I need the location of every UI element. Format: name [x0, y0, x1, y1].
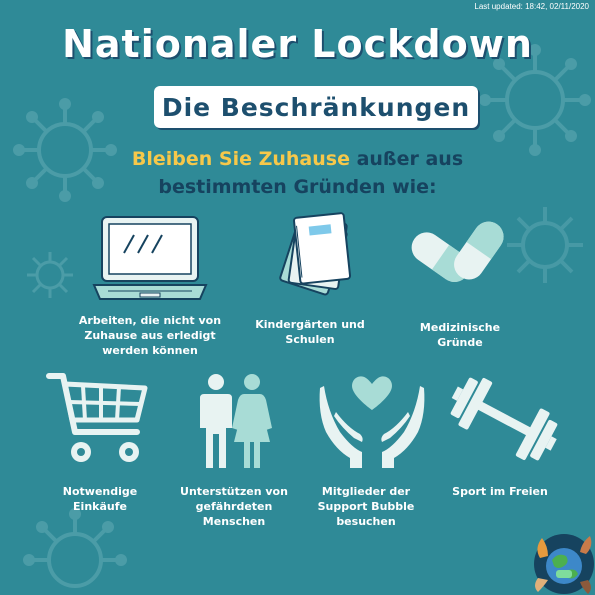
item-label-medical: Medizinische Gründe	[390, 320, 530, 350]
dumbbell-icon	[450, 377, 558, 461]
laptop-icon	[92, 216, 208, 300]
intro-highlight: Bleiben Sie Zuhause	[131, 148, 350, 170]
item-label-bubble: Mitglieder der Support Bubble besuchen	[296, 484, 436, 529]
label-line: Schulen	[285, 333, 335, 346]
item-label-support: Unterstützen von gefährdeten Menschen	[164, 484, 304, 529]
label-line: Arbeiten, die nicht von	[78, 314, 222, 327]
subtitle-banner: Die Beschränkungen	[154, 86, 478, 128]
label-line: Mitglieder der	[321, 485, 411, 498]
pills-icon	[411, 221, 504, 282]
item-label-shopping: Notwendige Einkäufe	[30, 484, 170, 514]
label-line: werden können	[102, 344, 198, 357]
virus-icon	[23, 508, 127, 588]
label-line: Gründe	[437, 336, 483, 349]
intro-line2: bestimmten Gründen wie:	[158, 176, 437, 198]
label-line: Support Bubble	[317, 500, 415, 513]
label-line: Menschen	[202, 515, 266, 528]
page-title: Nationaler Lockdown	[62, 22, 533, 66]
label-line: Einkäufe	[73, 500, 127, 513]
intro-text: Bleiben Sie Zuhause außer aus bestimmten…	[0, 145, 595, 201]
item-label-sport: Sport im Freien	[430, 484, 570, 499]
virus-icon	[507, 207, 583, 283]
notebooks-icon	[279, 212, 352, 296]
intro-rest: außer aus	[349, 148, 464, 170]
label-line: besuchen	[336, 515, 396, 528]
label-line: gefährdeten	[195, 500, 273, 513]
shopping-cart-icon	[46, 373, 148, 462]
label-line: Medizinische	[419, 321, 501, 334]
label-line: Kindergärten und	[255, 318, 365, 331]
item-label-schools: Kindergärten und Schulen	[230, 317, 390, 347]
item-label-work: Arbeiten, die nicht von Zuhause aus erle…	[60, 313, 240, 358]
label-line: Sport im Freien	[452, 485, 548, 498]
page-subtitle: Die Beschränkungen	[161, 92, 471, 122]
lockdown-poster: Last updated: 18:42, 02/11/2020 National…	[0, 0, 595, 595]
hands-heart-icon	[319, 376, 425, 468]
globe-logo-icon	[534, 534, 594, 594]
last-updated: Last updated: 18:42, 02/11/2020	[474, 2, 589, 11]
virus-icon	[27, 252, 73, 298]
label-line: Notwendige	[62, 485, 138, 498]
people-icon	[200, 374, 272, 468]
label-line: Zuhause aus erledigt	[84, 329, 216, 342]
label-line: Unterstützen von	[180, 485, 288, 498]
